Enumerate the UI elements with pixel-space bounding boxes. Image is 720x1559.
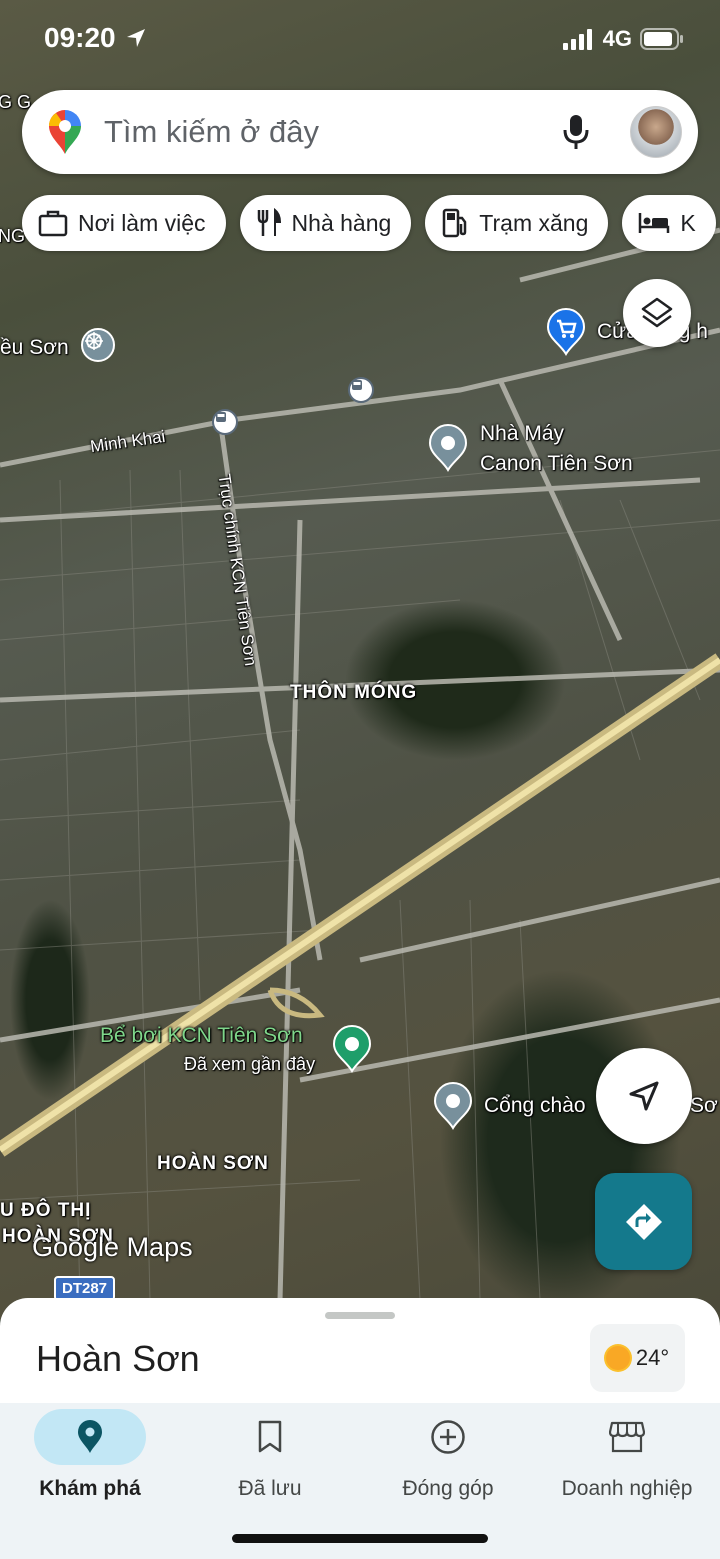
directions-icon (625, 1203, 662, 1240)
layers-icon (641, 297, 673, 328)
home-indicator[interactable] (232, 1534, 488, 1543)
status-time: 09:20 (44, 22, 147, 54)
sun-icon (605, 1346, 630, 1370)
restaurant-icon (257, 208, 281, 236)
directions-button[interactable] (595, 1173, 692, 1270)
nav-explore[interactable]: Khám phá (0, 1409, 180, 1509)
map-label-cong-chao-end: Sơ (690, 1094, 718, 1117)
map-label-canon-tien-son[interactable]: Canon Tiên Sơn (480, 452, 633, 476)
nav-business[interactable]: Doanh nghiệp (537, 1409, 717, 1509)
temple-poi-icon[interactable] (81, 328, 115, 362)
factory-pin-icon[interactable] (428, 424, 468, 472)
category-chips: Nơi làm việc Nhà hàng Trạm xăng K (22, 195, 716, 251)
map-label-thon-mong: THÔN MÓNG (290, 682, 418, 703)
map-label-top-left: G G (0, 92, 32, 112)
chip-restaurant[interactable]: Nhà hàng (239, 195, 412, 251)
weather-chip[interactable]: 24° (590, 1324, 685, 1392)
chip-workplace[interactable]: Nơi làm việc (22, 195, 226, 251)
place-title: Hoàn Sơn (36, 1338, 200, 1379)
temperature: 24° (635, 1345, 670, 1370)
explore-pin-icon (78, 1420, 102, 1453)
nav-saved[interactable]: Đã lưu (180, 1409, 360, 1509)
bottom-sheet[interactable]: Hoàn Sơn 24° (0, 1298, 720, 1408)
location-arrow-icon (127, 29, 146, 47)
bus-stop-icon[interactable] (212, 409, 238, 435)
bus-stop-icon[interactable] (348, 377, 374, 403)
map-label-da-xem: Đã xem gần đây (184, 1054, 316, 1074)
map-label-be-boi[interactable]: Bể bơi KCN Tiên Sơn (100, 1024, 303, 1048)
sheet-drag-handle[interactable] (325, 1312, 395, 1319)
map-label-khu-do-thi: U ĐÔ THỊ (0, 1200, 92, 1221)
map-label-hoan-son: HOÀN SƠN (157, 1153, 269, 1174)
search-input[interactable]: Tìm kiếm ở đây (104, 114, 562, 150)
map-label-nha-may[interactable]: Nhà Máy (480, 422, 564, 446)
briefcase-icon (38, 210, 68, 237)
avatar[interactable] (630, 106, 682, 158)
status-bar: 09:20 4G (0, 0, 720, 80)
google-maps-logo: Google Maps (32, 1232, 193, 1262)
pool-pin-icon[interactable] (332, 1025, 372, 1073)
map-label-dieu-son[interactable]: ều Sơn (0, 336, 69, 360)
chip-gas-station[interactable]: Trạm xăng (425, 195, 609, 251)
storefront-icon (609, 1421, 645, 1453)
gas-station-icon (443, 208, 467, 238)
my-location-button[interactable] (596, 1048, 692, 1144)
shop-pin-icon[interactable] (546, 308, 586, 356)
add-circle-icon (431, 1420, 465, 1454)
signal-icon (562, 29, 592, 50)
microphone-icon[interactable] (562, 114, 590, 150)
bookmark-icon (258, 1420, 282, 1453)
battery-icon (640, 28, 683, 50)
hotel-icon (639, 213, 670, 233)
google-maps-pin-icon (49, 110, 81, 154)
landmark-pin-icon[interactable] (433, 1082, 473, 1130)
network-type: 4G (602, 26, 632, 51)
map-label-cong-chao[interactable]: Cổng chào (484, 1094, 586, 1118)
search-bar[interactable]: Tìm kiếm ở đây (22, 90, 698, 174)
chip-hotel[interactable]: K (622, 195, 716, 251)
navigation-arrow-icon (629, 1081, 659, 1111)
layers-button[interactable] (623, 279, 691, 347)
nav-contribute[interactable]: Đóng góp (358, 1409, 538, 1509)
